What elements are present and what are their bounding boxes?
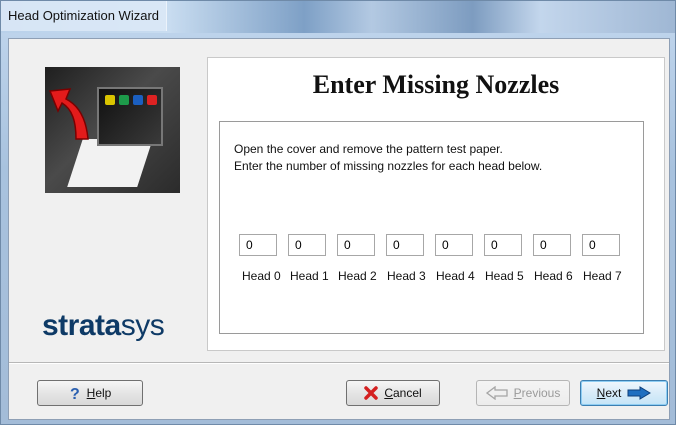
head-1-label: Head 1 xyxy=(290,269,329,283)
wizard-client-area: stratasys Enter Missing Nozzles Open the… xyxy=(8,38,670,420)
head-1-nozzle-input[interactable] xyxy=(288,234,326,256)
next-button[interactable]: Next xyxy=(580,380,668,406)
instruction-line-1: Open the cover and remove the pattern te… xyxy=(234,142,503,156)
head-7-label: Head 7 xyxy=(583,269,622,283)
head-5-label: Head 5 xyxy=(485,269,524,283)
head-0-nozzle-input[interactable] xyxy=(239,234,277,256)
footer-separator xyxy=(9,362,669,364)
question-mark-icon: ? xyxy=(69,385,81,401)
previous-button-label: Previous xyxy=(513,386,561,400)
wizard-window: Head Optimization Wizard stratasys Enter… xyxy=(0,0,676,425)
lift-cover-arrow-icon xyxy=(48,88,89,140)
head-0-label: Head 0 xyxy=(242,269,281,283)
page-title: Enter Missing Nozzles xyxy=(312,70,560,99)
window-title: Head Optimization Wizard xyxy=(1,1,167,31)
head-2-nozzle-input[interactable] xyxy=(337,234,375,256)
svg-text:?: ? xyxy=(70,386,80,401)
cancel-button-label: Cancel xyxy=(384,386,422,400)
next-button-label: Next xyxy=(596,386,622,400)
head-3-label: Head 3 xyxy=(387,269,426,283)
head-chip-blue xyxy=(133,95,143,105)
title-bar[interactable]: Head Optimization Wizard xyxy=(1,1,675,33)
cancel-button[interactable]: Cancel xyxy=(346,380,440,406)
back-arrow-icon xyxy=(485,386,508,400)
head-6-nozzle-input[interactable] xyxy=(533,234,571,256)
previous-button[interactable]: Previous xyxy=(476,380,570,406)
head-5-nozzle-input[interactable] xyxy=(484,234,522,256)
help-button[interactable]: ? Help xyxy=(37,380,143,406)
wizard-main-panel: Enter Missing Nozzles Open the cover and… xyxy=(207,57,665,351)
head-3-nozzle-input[interactable] xyxy=(386,234,424,256)
instruction-line-2: Enter the number of missing nozzles for … xyxy=(234,159,543,173)
printer-illustration-image xyxy=(45,67,180,193)
head-4-label: Head 4 xyxy=(436,269,475,283)
help-button-label: Help xyxy=(86,386,112,400)
logo-bold-part: strata xyxy=(42,309,121,342)
head-4-nozzle-input[interactable] xyxy=(435,234,473,256)
red-x-icon xyxy=(364,386,379,400)
nozzle-group-box: Open the cover and remove the pattern te… xyxy=(219,121,644,334)
head-chip-green xyxy=(119,95,129,105)
head-chip-red xyxy=(147,95,157,105)
forward-arrow-icon xyxy=(627,386,652,400)
stratasys-logo: stratasys xyxy=(42,309,165,343)
head-2-label: Head 2 xyxy=(338,269,377,283)
head-6-label: Head 6 xyxy=(534,269,573,283)
logo-light-part: sys xyxy=(120,309,165,342)
head-7-nozzle-input[interactable] xyxy=(582,234,620,256)
